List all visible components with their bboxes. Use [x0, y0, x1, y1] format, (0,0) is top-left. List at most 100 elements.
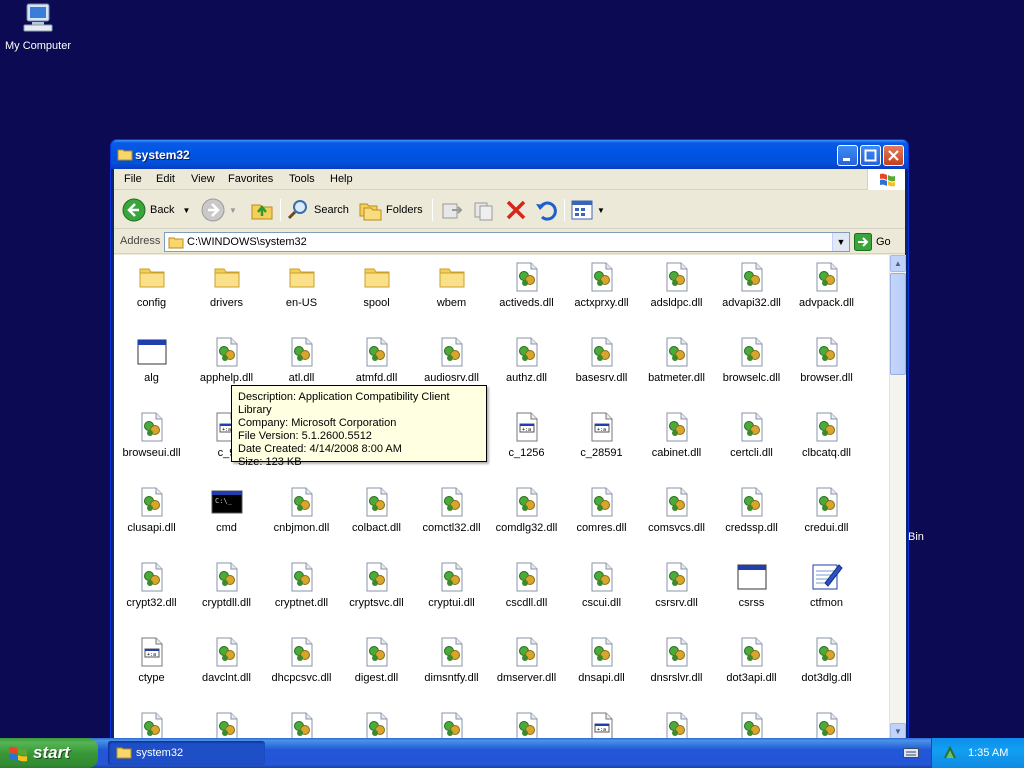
- file-item[interactable]: [789, 707, 864, 738]
- file-item[interactable]: [714, 707, 789, 738]
- file-item[interactable]: cabinet.dll: [639, 407, 714, 471]
- file-item[interactable]: dhcpcsvc.dll: [264, 632, 339, 696]
- file-item[interactable]: dimsntfy.dll: [414, 632, 489, 696]
- file-item[interactable]: [264, 707, 339, 738]
- file-item[interactable]: csrss: [714, 557, 789, 621]
- up-folder-button[interactable]: [250, 197, 274, 223]
- file-item[interactable]: [189, 707, 264, 738]
- go-button[interactable]: Go: [854, 233, 891, 251]
- menu-edit[interactable]: Edit: [156, 173, 175, 185]
- address-dropdown-button[interactable]: ▼: [832, 233, 849, 251]
- menu-file[interactable]: File: [124, 173, 142, 185]
- keyboard-icon[interactable]: [903, 747, 919, 762]
- scroll-thumb[interactable]: [890, 273, 906, 375]
- file-item[interactable]: clusapi.dll: [114, 482, 189, 546]
- file-item[interactable]: advapi32.dll: [714, 257, 789, 321]
- file-item[interactable]: cscdll.dll: [489, 557, 564, 621]
- scroll-down-button[interactable]: ▼: [890, 723, 906, 738]
- file-item[interactable]: alg: [114, 332, 189, 396]
- forward-button[interactable]: ▼: [201, 197, 237, 223]
- vertical-scrollbar[interactable]: ▲ ▼: [889, 255, 906, 738]
- file-item[interactable]: [489, 707, 564, 738]
- file-list-view[interactable]: config drivers en-US spool wbem activeds.dll a…: [114, 255, 889, 738]
- start-button[interactable]: start: [0, 738, 98, 768]
- file-item[interactable]: cscui.dll: [564, 557, 639, 621]
- file-item[interactable]: browser.dll: [789, 332, 864, 396]
- my-computer-desktop-icon[interactable]: My Computer: [2, 2, 74, 52]
- file-item[interactable]: dot3api.dll: [714, 632, 789, 696]
- back-button[interactable]: Back ▼: [122, 197, 190, 223]
- network-icon[interactable]: [942, 745, 958, 764]
- file-item[interactable]: +:a ctype: [114, 632, 189, 696]
- file-item[interactable]: spool: [339, 257, 414, 321]
- file-item[interactable]: browselc.dll: [714, 332, 789, 396]
- file-item[interactable]: cryptdll.dll: [189, 557, 264, 621]
- file-item[interactable]: actxprxy.dll: [564, 257, 639, 321]
- file-item[interactable]: comres.dll: [564, 482, 639, 546]
- file-item[interactable]: ctfmon: [789, 557, 864, 621]
- file-item[interactable]: csrsrv.dll: [639, 557, 714, 621]
- menu-favorites[interactable]: Favorites: [228, 173, 273, 185]
- folders-button[interactable]: Folders: [358, 197, 423, 223]
- chevron-down-icon[interactable]: ▼: [597, 206, 605, 215]
- file-item[interactable]: adsldpc.dll: [639, 257, 714, 321]
- file-item[interactable]: advpack.dll: [789, 257, 864, 321]
- file-item[interactable]: credui.dll: [789, 482, 864, 546]
- file-item[interactable]: cnbjmon.dll: [264, 482, 339, 546]
- file-item[interactable]: authz.dll: [489, 332, 564, 396]
- copy-to-button[interactable]: [472, 197, 496, 223]
- undo-button[interactable]: [534, 197, 558, 223]
- file-item[interactable]: [114, 707, 189, 738]
- chevron-down-icon[interactable]: ▼: [182, 206, 190, 215]
- minimize-button[interactable]: [837, 145, 858, 166]
- recycle-bin-partial-label[interactable]: Bin: [908, 531, 924, 543]
- file-item[interactable]: +:a: [564, 707, 639, 738]
- delete-button[interactable]: [504, 197, 528, 223]
- chevron-down-icon[interactable]: ▼: [229, 206, 237, 215]
- file-item[interactable]: cryptui.dll: [414, 557, 489, 621]
- menu-view[interactable]: View: [191, 173, 215, 185]
- file-item[interactable]: basesrv.dll: [564, 332, 639, 396]
- file-item[interactable]: C:\_ cmd: [189, 482, 264, 546]
- file-item[interactable]: +:a c_1256: [489, 407, 564, 471]
- taskbar-window-button[interactable]: system32: [108, 741, 265, 765]
- file-item[interactable]: dnsrslvr.dll: [639, 632, 714, 696]
- file-item[interactable]: config: [114, 257, 189, 321]
- file-item[interactable]: cryptnet.dll: [264, 557, 339, 621]
- views-button[interactable]: ▼: [570, 197, 605, 223]
- file-item[interactable]: comsvcs.dll: [639, 482, 714, 546]
- file-item[interactable]: davclnt.dll: [189, 632, 264, 696]
- file-item[interactable]: batmeter.dll: [639, 332, 714, 396]
- file-item[interactable]: dmserver.dll: [489, 632, 564, 696]
- maximize-button[interactable]: [860, 145, 881, 166]
- close-button[interactable]: [883, 145, 904, 166]
- file-item[interactable]: certcli.dll: [714, 407, 789, 471]
- scroll-up-button[interactable]: ▲: [890, 255, 906, 272]
- menu-tools[interactable]: Tools: [289, 173, 315, 185]
- search-button[interactable]: Search: [286, 197, 349, 223]
- file-item[interactable]: browseui.dll: [114, 407, 189, 471]
- file-item[interactable]: dnsapi.dll: [564, 632, 639, 696]
- file-item[interactable]: colbact.dll: [339, 482, 414, 546]
- file-item[interactable]: digest.dll: [339, 632, 414, 696]
- move-to-button[interactable]: [440, 197, 464, 223]
- file-item[interactable]: [414, 707, 489, 738]
- title-bar[interactable]: system32: [111, 140, 908, 169]
- file-item[interactable]: +:a c_28591: [564, 407, 639, 471]
- file-item[interactable]: [339, 707, 414, 738]
- file-item[interactable]: drivers: [189, 257, 264, 321]
- menu-help[interactable]: Help: [330, 173, 353, 185]
- file-item[interactable]: clbcatq.dll: [789, 407, 864, 471]
- file-item[interactable]: credssp.dll: [714, 482, 789, 546]
- file-item[interactable]: crypt32.dll: [114, 557, 189, 621]
- file-item[interactable]: cryptsvc.dll: [339, 557, 414, 621]
- file-item[interactable]: wbem: [414, 257, 489, 321]
- file-item[interactable]: en-US: [264, 257, 339, 321]
- file-item[interactable]: dot3dlg.dll: [789, 632, 864, 696]
- clock[interactable]: 1:35 AM: [968, 747, 1008, 759]
- file-item[interactable]: activeds.dll: [489, 257, 564, 321]
- file-item[interactable]: comdlg32.dll: [489, 482, 564, 546]
- file-item[interactable]: [639, 707, 714, 738]
- file-item[interactable]: comctl32.dll: [414, 482, 489, 546]
- address-input[interactable]: C:\WINDOWS\system32 ▼: [164, 232, 850, 252]
